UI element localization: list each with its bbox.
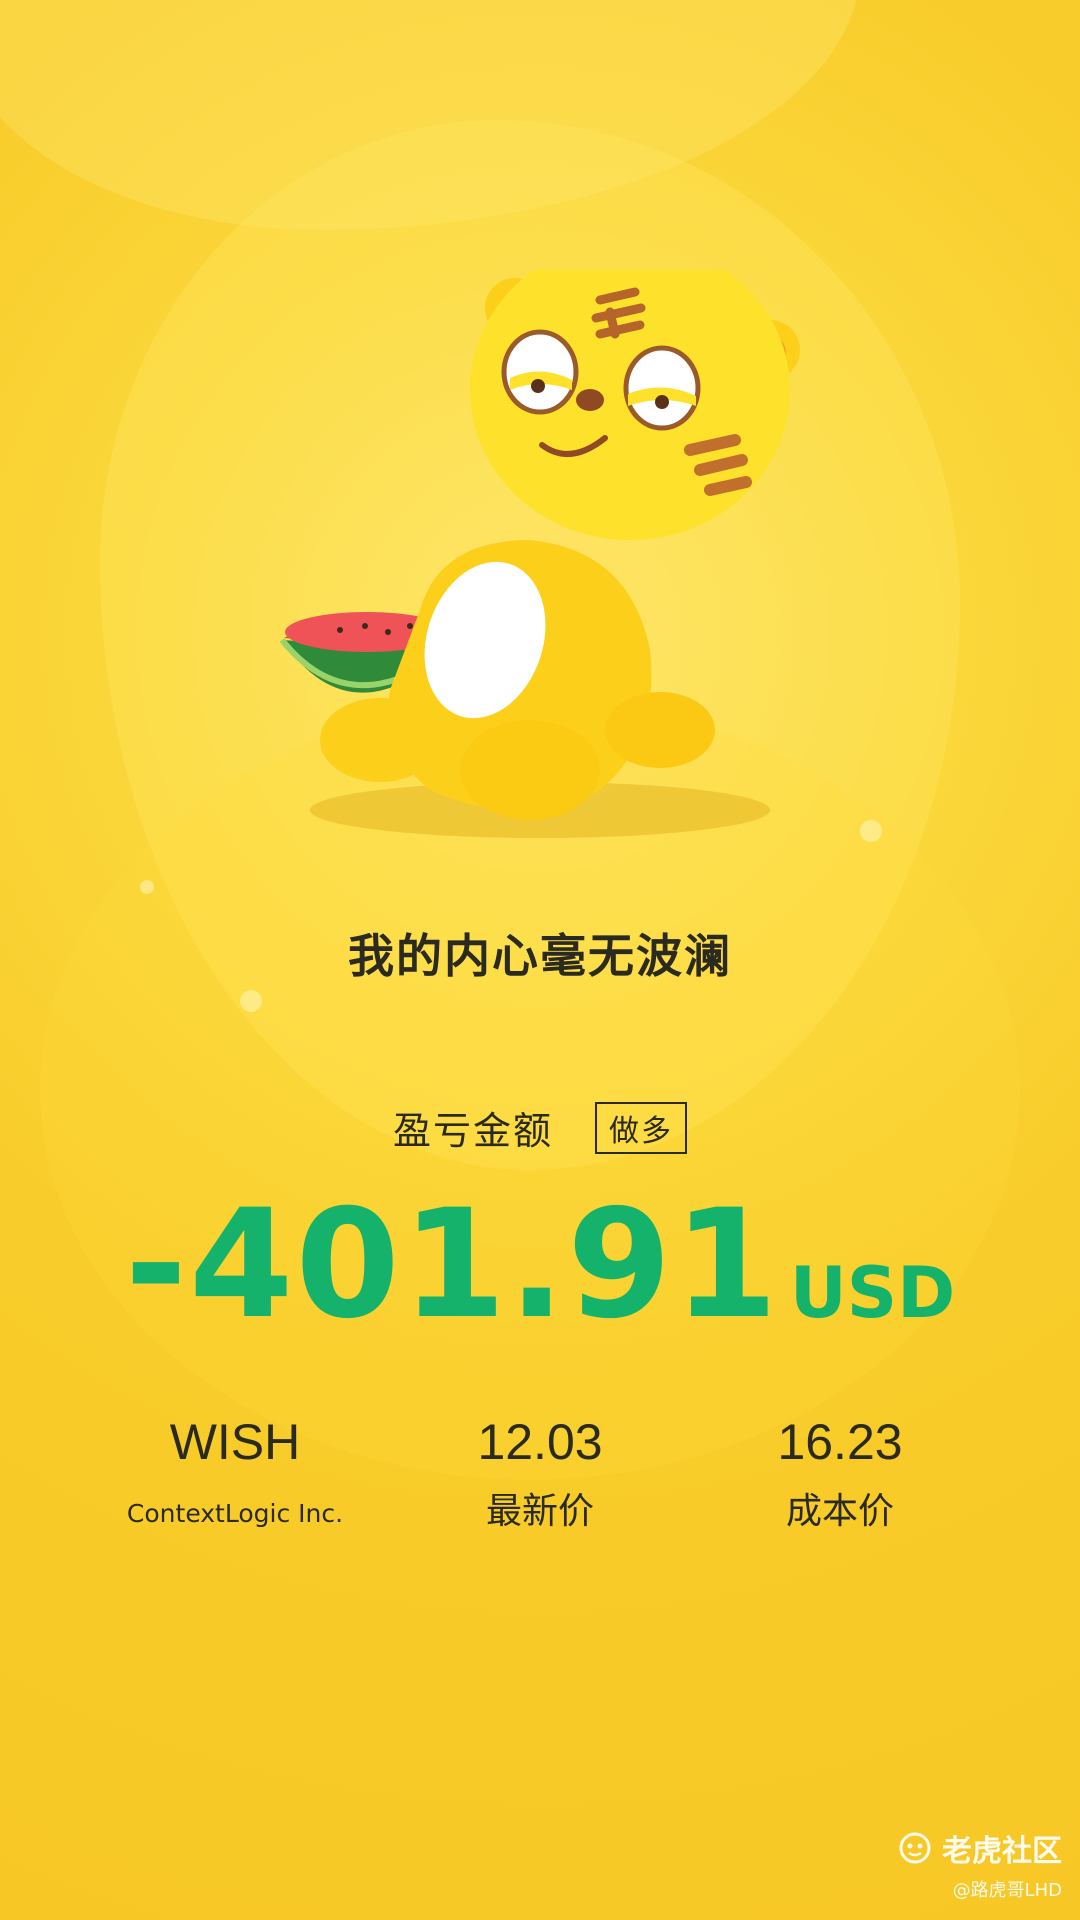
tiger-head [470, 270, 800, 540]
latest-price-label: 最新价 [485, 1491, 594, 1532]
pnl-label-row: 盈亏金额 做多 [0, 1100, 1080, 1155]
stock-info: WISH ContextLogic Inc. [110, 1412, 360, 1536]
sparkle-decoration [140, 880, 154, 894]
company-name: ContextLogic Inc. [126, 1499, 344, 1528]
tiger-logo-icon [899, 1832, 931, 1864]
sparkle-decoration [240, 990, 262, 1012]
latest-price-value: 12.03 [477, 1414, 603, 1470]
pnl-label: 盈亏金额 [392, 1109, 553, 1153]
position-side-badge: 做多 [595, 1101, 687, 1154]
cost-price-label: 成本价 [785, 1491, 894, 1532]
stock-symbol: WISH [169, 1414, 301, 1470]
cost-price-info: 16.23 成本价 [720, 1412, 960, 1534]
tiger-mascot-illustration [279, 270, 800, 838]
cost-price-value: 16.23 [777, 1414, 903, 1470]
watermark-brand-text: 老虎社区 [942, 1834, 1062, 1869]
community-watermark: 老虎社区 @路虎哥LHD [898, 1826, 1062, 1902]
watermark-brand: 老虎社区 [898, 1826, 1062, 1870]
mood-slogan: 我的内心毫无波澜 [348, 929, 732, 983]
pnl-amount-value: -401.91 [124, 1178, 780, 1352]
pnl-amount-currency: USD [789, 1252, 956, 1334]
sparkle-decoration [860, 820, 882, 842]
pnl-amount: -401.91 USD [0, 1190, 1080, 1340]
latest-price-info: 12.03 最新价 [420, 1412, 660, 1534]
watermark-username: @路虎哥LHD [952, 1880, 1062, 1901]
